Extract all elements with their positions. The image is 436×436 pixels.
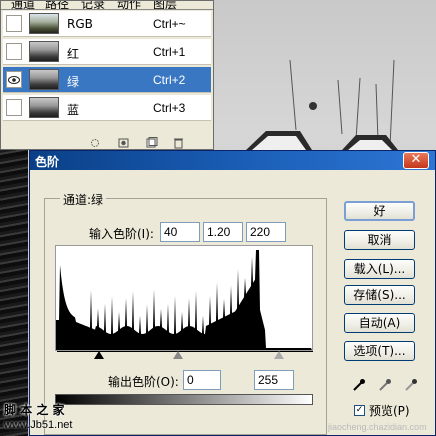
canvas-dark-edge bbox=[0, 150, 28, 436]
watermark-text: 脚 本 之 家 bbox=[4, 403, 65, 417]
histogram bbox=[55, 245, 313, 351]
tab-channels[interactable]: 通道 bbox=[11, 1, 35, 9]
dialog-title: 色阶 bbox=[35, 155, 60, 169]
visibility-toggle[interactable] bbox=[6, 71, 22, 88]
channel-row-blue[interactable]: 蓝 Ctrl+3 bbox=[3, 95, 211, 121]
input-white-field[interactable]: 220 bbox=[246, 222, 286, 242]
channel-select-label[interactable]: 通道:绿 bbox=[60, 191, 107, 208]
load-button[interactable]: 载入(L)... bbox=[344, 259, 415, 279]
channels-panel-tabs: 通道 路径 记录 动作 图层 bbox=[1, 1, 213, 10]
new-channel-icon[interactable] bbox=[146, 137, 158, 148]
load-selection-icon[interactable] bbox=[91, 139, 99, 147]
white-eyedropper-icon[interactable] bbox=[404, 378, 418, 392]
cancel-button[interactable]: 取消 bbox=[344, 230, 415, 250]
input-levels-label: 输入色阶(I): bbox=[89, 227, 154, 241]
channel-name: 红 bbox=[67, 47, 80, 61]
channel-shortcut: Ctrl+3 bbox=[153, 101, 186, 115]
save-selection-icon[interactable] bbox=[118, 138, 129, 148]
preview-label: 预览(P) bbox=[369, 404, 410, 418]
options-button[interactable]: 选项(T)... bbox=[344, 341, 415, 361]
gray-eyedropper-icon[interactable] bbox=[378, 378, 392, 392]
input-black-slider[interactable] bbox=[94, 351, 104, 359]
channel-name: RGB bbox=[67, 17, 93, 31]
watermark-right: jiaocheng.chazidian.com bbox=[328, 422, 427, 432]
channel-shortcut: Ctrl+2 bbox=[153, 73, 186, 87]
input-gamma-slider[interactable] bbox=[173, 351, 183, 359]
visibility-toggle[interactable] bbox=[6, 43, 22, 60]
save-button[interactable]: 存储(S)... bbox=[344, 285, 415, 305]
channel-shortcut: Ctrl+1 bbox=[153, 45, 186, 59]
channel-shortcut: Ctrl+~ bbox=[153, 17, 186, 31]
channel-name: 绿 bbox=[67, 75, 80, 89]
eye-icon bbox=[8, 75, 20, 84]
tab-history[interactable]: 记录 bbox=[81, 1, 105, 9]
histogram-graph bbox=[56, 250, 312, 350]
close-icon: ✕ bbox=[410, 152, 422, 167]
tab-actions[interactable]: 动作 bbox=[117, 1, 141, 9]
channels-panel: 通道 路径 记录 动作 图层 RGB Ctrl+~ 红 Ctrl+1 绿 Ctr… bbox=[0, 0, 214, 150]
delete-channel-icon[interactable] bbox=[174, 138, 183, 149]
tab-paths[interactable]: 路径 bbox=[45, 1, 69, 9]
output-levels-label: 输出色阶(O): bbox=[108, 375, 179, 389]
ok-button[interactable]: 好 bbox=[344, 201, 415, 221]
visibility-toggle[interactable] bbox=[6, 15, 22, 32]
tab-layers[interactable]: 图层 bbox=[153, 1, 177, 9]
input-gamma-field[interactable]: 1.20 bbox=[203, 222, 243, 242]
output-white-field[interactable]: 255 bbox=[254, 370, 294, 390]
channel-thumbnail bbox=[29, 41, 59, 62]
close-button[interactable]: ✕ bbox=[403, 152, 429, 169]
channel-row-green[interactable]: 绿 Ctrl+2 bbox=[3, 67, 211, 93]
preview-checkbox[interactable]: ✓ bbox=[354, 405, 365, 416]
levels-dialog: 色阶 ✕ 通道:绿 输入色阶(I): 40 1.20 220 输出色阶(O): … bbox=[29, 150, 436, 436]
channel-thumbnail bbox=[29, 69, 59, 90]
channels-panel-footer bbox=[3, 137, 211, 149]
channel-row-red[interactable]: 红 Ctrl+1 bbox=[3, 39, 211, 65]
channel-thumbnail bbox=[29, 97, 59, 118]
channel-name: 蓝 bbox=[67, 103, 80, 117]
input-white-slider[interactable] bbox=[274, 351, 284, 359]
output-black-field[interactable]: 0 bbox=[183, 370, 221, 390]
input-black-field[interactable]: 40 bbox=[160, 222, 200, 242]
dialog-title-bar[interactable]: 色阶 ✕ bbox=[30, 151, 435, 170]
visibility-toggle[interactable] bbox=[6, 99, 22, 116]
channel-row-rgb[interactable]: RGB Ctrl+~ bbox=[3, 11, 211, 37]
channel-thumbnail bbox=[29, 13, 59, 34]
output-gradient-bar[interactable] bbox=[55, 394, 313, 405]
auto-button[interactable]: 自动(A) bbox=[344, 313, 415, 333]
histogram-area bbox=[56, 250, 312, 350]
black-eyedropper-icon[interactable] bbox=[352, 378, 366, 392]
watermark-url: www.Jb51.net bbox=[4, 419, 73, 431]
